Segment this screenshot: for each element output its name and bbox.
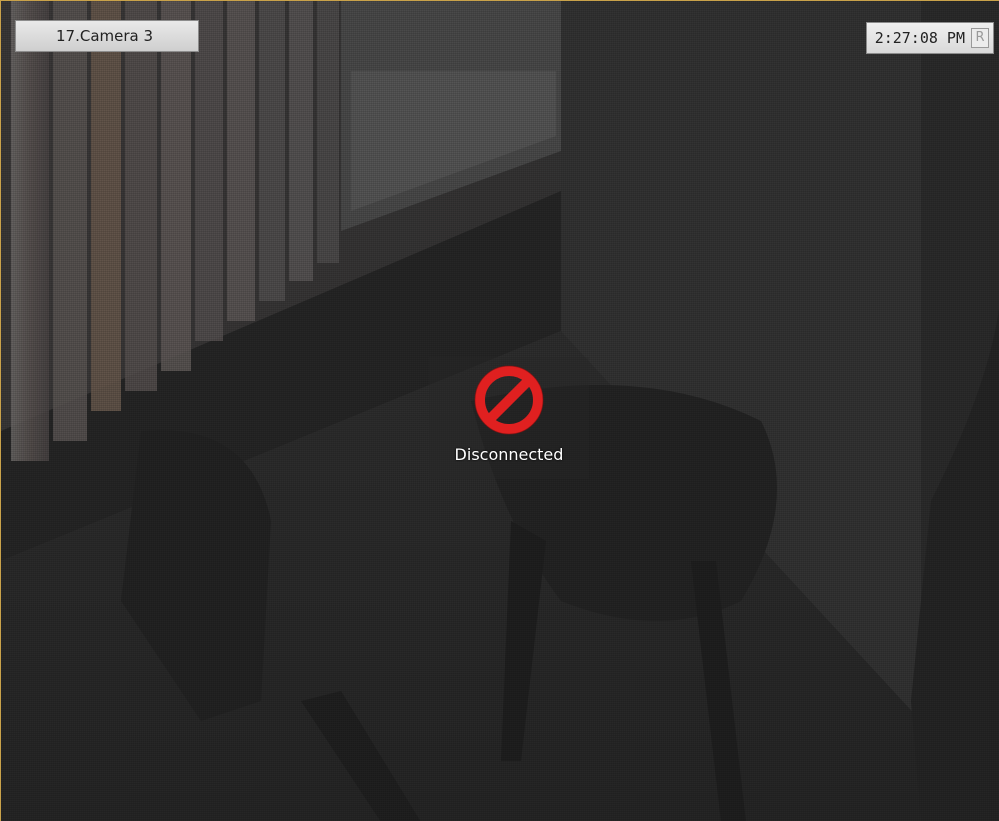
prohibited-icon <box>474 365 544 435</box>
status-text: Disconnected <box>454 445 564 464</box>
timestamp-text: 2:27:08 PM <box>874 29 965 47</box>
camera-name-label[interactable]: 17.Camera 3 <box>15 20 199 52</box>
camera-viewport[interactable]: 17.Camera 3 2:27:08 PM R Disconnected <box>0 0 999 821</box>
connection-status-overlay: Disconnected <box>429 357 589 479</box>
timestamp-box: 2:27:08 PM R <box>865 22 994 54</box>
record-indicator-button[interactable]: R <box>971 28 989 48</box>
